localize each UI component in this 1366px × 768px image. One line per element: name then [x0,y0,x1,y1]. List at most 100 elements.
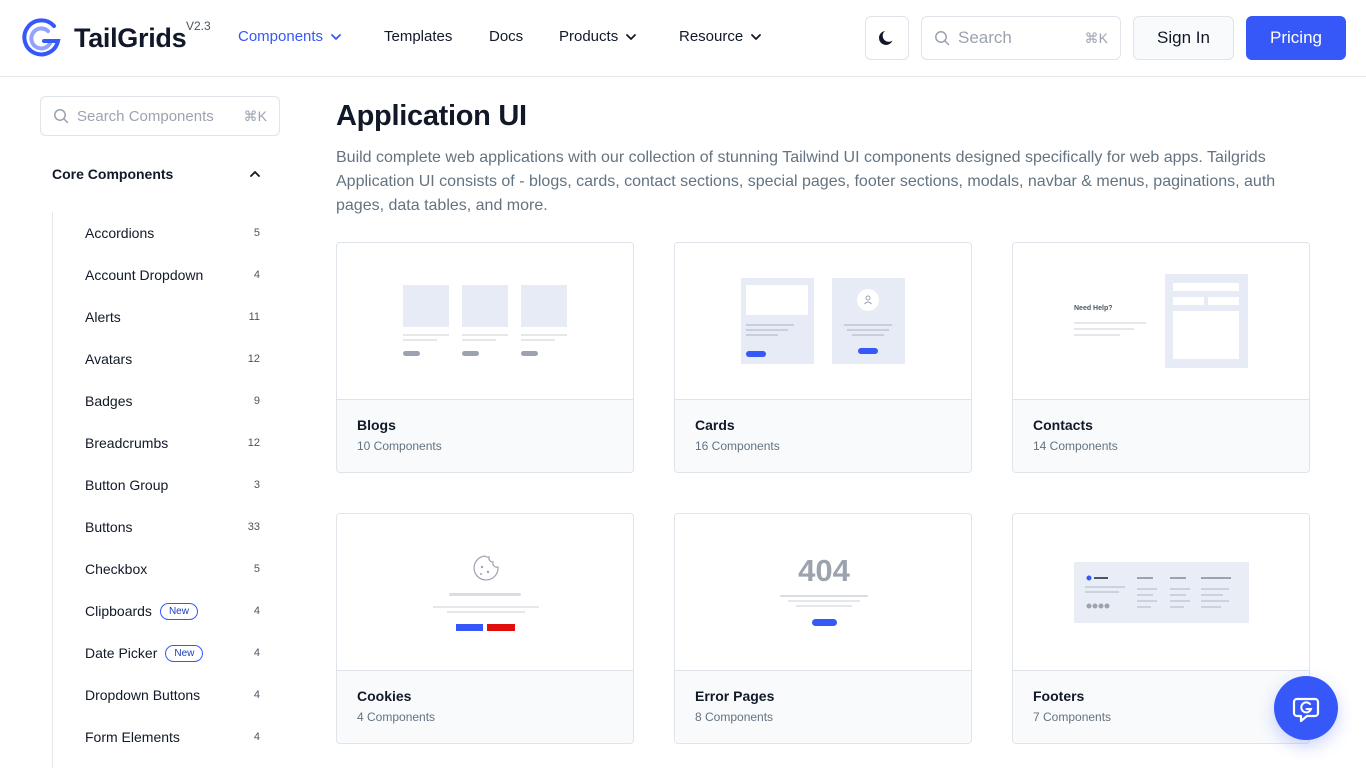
card-cards[interactable]: Cards 16 Components [674,242,972,473]
sign-in-button[interactable]: Sign In [1133,16,1234,60]
sidebar-item-label: Buttons [85,519,133,535]
card-cookies[interactable]: Cookies 4 Components [336,513,634,744]
card-footer: Footers 7 Components [1013,671,1309,743]
nav-label: Products [559,28,619,45]
sidebar-search-input[interactable]: Search Components ⌘K [40,96,280,136]
sidebar-search-shortcut: ⌘K [243,107,267,124]
sidebar-item-label-wrap: Dropdown Buttons [85,687,200,703]
sidebar-item-count: 33 [247,521,260,533]
card-footer: Error Pages 8 Components [675,671,971,743]
card-footer: Contacts 14 Components [1013,400,1309,472]
sidebar-item-label: Checkbox [85,561,148,577]
sidebar-item-count: 12 [247,353,260,365]
card-contacts[interactable]: Need Help? Contacts 14 Components [1012,242,1310,473]
sidebar-item[interactable]: Clipboards New 4 [85,590,260,632]
nav-components[interactable]: Components [238,28,343,45]
sidebar-item-label-wrap: Form Elements [85,729,180,745]
search-placeholder: Search [958,28,1012,47]
header-search[interactable]: Search ⌘K [921,16,1121,60]
sidebar-item-count: 4 [253,269,260,281]
chat-support-button[interactable] [1274,676,1338,740]
sidebar-item-count: 9 [253,395,260,407]
sidebar-item-count: 3 [253,479,260,491]
sidebar-item-label-wrap: Account Dropdown [85,267,203,283]
card-count: 10 Components [357,439,442,453]
card-thumbnail: 404 [675,514,971,671]
sidebar-item[interactable]: Account Dropdown 4 [85,254,260,296]
sidebar-item[interactable]: Avatars 12 [85,338,260,380]
card-footer: Blogs 10 Components [337,400,633,472]
sidebar-item[interactable]: Badges 9 [85,380,260,422]
card-count: 7 Components [1033,710,1112,724]
version-badge: V2.3 [186,19,211,33]
search-shortcut: ⌘K [1084,29,1108,46]
sidebar-item[interactable]: Date Picker New 4 [85,632,260,674]
logo[interactable]: TailGrids [20,17,187,59]
card-footers[interactable]: Footers 7 Components [1012,513,1310,744]
sidebar-section-title: Core Components [52,166,174,182]
sidebar-item-count: 4 [253,647,260,659]
sidebar-item-label: Account Dropdown [85,267,204,283]
nav-docs[interactable]: Docs [489,28,523,45]
chevron-down-icon [626,33,637,40]
nav-resource[interactable]: Resource [679,28,763,45]
card-name: Footers [1033,688,1085,704]
sidebar-item-label: Breadcrumbs [85,435,169,451]
cards-thumbnail-icon [741,278,905,364]
sidebar-item[interactable]: Accordions 5 [85,212,260,254]
sidebar-item-label: Clipboards [85,603,152,619]
page-description: Build complete web applications with our… [336,149,1276,214]
chat-bot-icon [1292,697,1320,723]
sidebar-item-label-wrap: Checkbox [85,561,147,577]
sidebar-item-count: 4 [253,731,260,743]
sidebar-section-toggle[interactable]: Core Components [52,163,262,185]
nav-templates[interactable]: Templates [384,28,452,45]
sidebar-search-placeholder: Search Components [77,107,214,125]
card-name: Error Pages [695,688,775,704]
sidebar-item-count: 5 [253,563,260,575]
chevron-down-icon [331,33,341,40]
sidebar-item-count: 5 [253,227,260,239]
contacts-thumbnail-icon: Need Help? [1074,274,1248,368]
error-thumbnail-icon: 404 [780,553,868,626]
cookies-thumbnail-icon [433,555,539,631]
page-title: Application UI [336,100,527,132]
sidebar-item-label: Badges [85,393,133,409]
sidebar-item-label-wrap: Breadcrumbs [85,435,168,451]
nav-products[interactable]: Products [559,28,638,45]
sidebar-item-label: Alerts [85,309,121,325]
sidebar-item-label-wrap: Alerts [85,309,121,325]
card-blogs[interactable]: Blogs 10 Components [336,242,634,473]
sidebar-item[interactable]: Buttons 33 [85,506,260,548]
sidebar-item[interactable]: Checkbox 5 [85,548,260,590]
card-thumbnail: Need Help? [1013,243,1309,400]
card-error-pages[interactable]: 404 Error Pages 8 Components [674,513,972,744]
sidebar-item-label: Accordions [85,225,155,241]
blogs-thumbnail-icon [403,285,567,356]
new-badge: New [159,602,198,620]
sidebar-list: Accordions 5 Account Dropdown 4 Alerts 11 Avat… [85,212,260,758]
sidebar-item[interactable]: Form Elements 4 [85,716,260,758]
contacts-thumb-text: Need Help? [1074,305,1113,312]
sidebar-item-label: Date Picker [85,645,158,661]
dark-mode-toggle[interactable] [865,16,909,60]
moon-icon [878,31,893,45]
chevron-up-icon [250,171,260,177]
card-thumbnail [337,243,633,400]
card-name: Cards [695,417,735,433]
sidebar-item-label-wrap: Buttons [85,519,132,535]
chevron-down-icon [751,33,762,40]
sidebar-item[interactable]: Breadcrumbs 12 [85,422,260,464]
pricing-button[interactable]: Pricing [1246,16,1346,60]
card-name: Contacts [1033,417,1093,433]
card-count: 4 Components [357,710,436,724]
sidebar-item-count: 11 [248,311,260,323]
sidebar-item-label-wrap: Button Group [85,477,168,493]
sidebar-item[interactable]: Dropdown Buttons 4 [85,674,260,716]
sidebar-item[interactable]: Alerts 11 [85,296,260,338]
sidebar-item-label: Avatars [85,351,133,367]
sidebar-item-count: 12 [247,437,260,449]
sidebar-item[interactable]: Button Group 3 [85,464,260,506]
sidebar-item-label-wrap: Clipboards New [85,602,198,620]
card-count: 16 Components [695,439,780,453]
